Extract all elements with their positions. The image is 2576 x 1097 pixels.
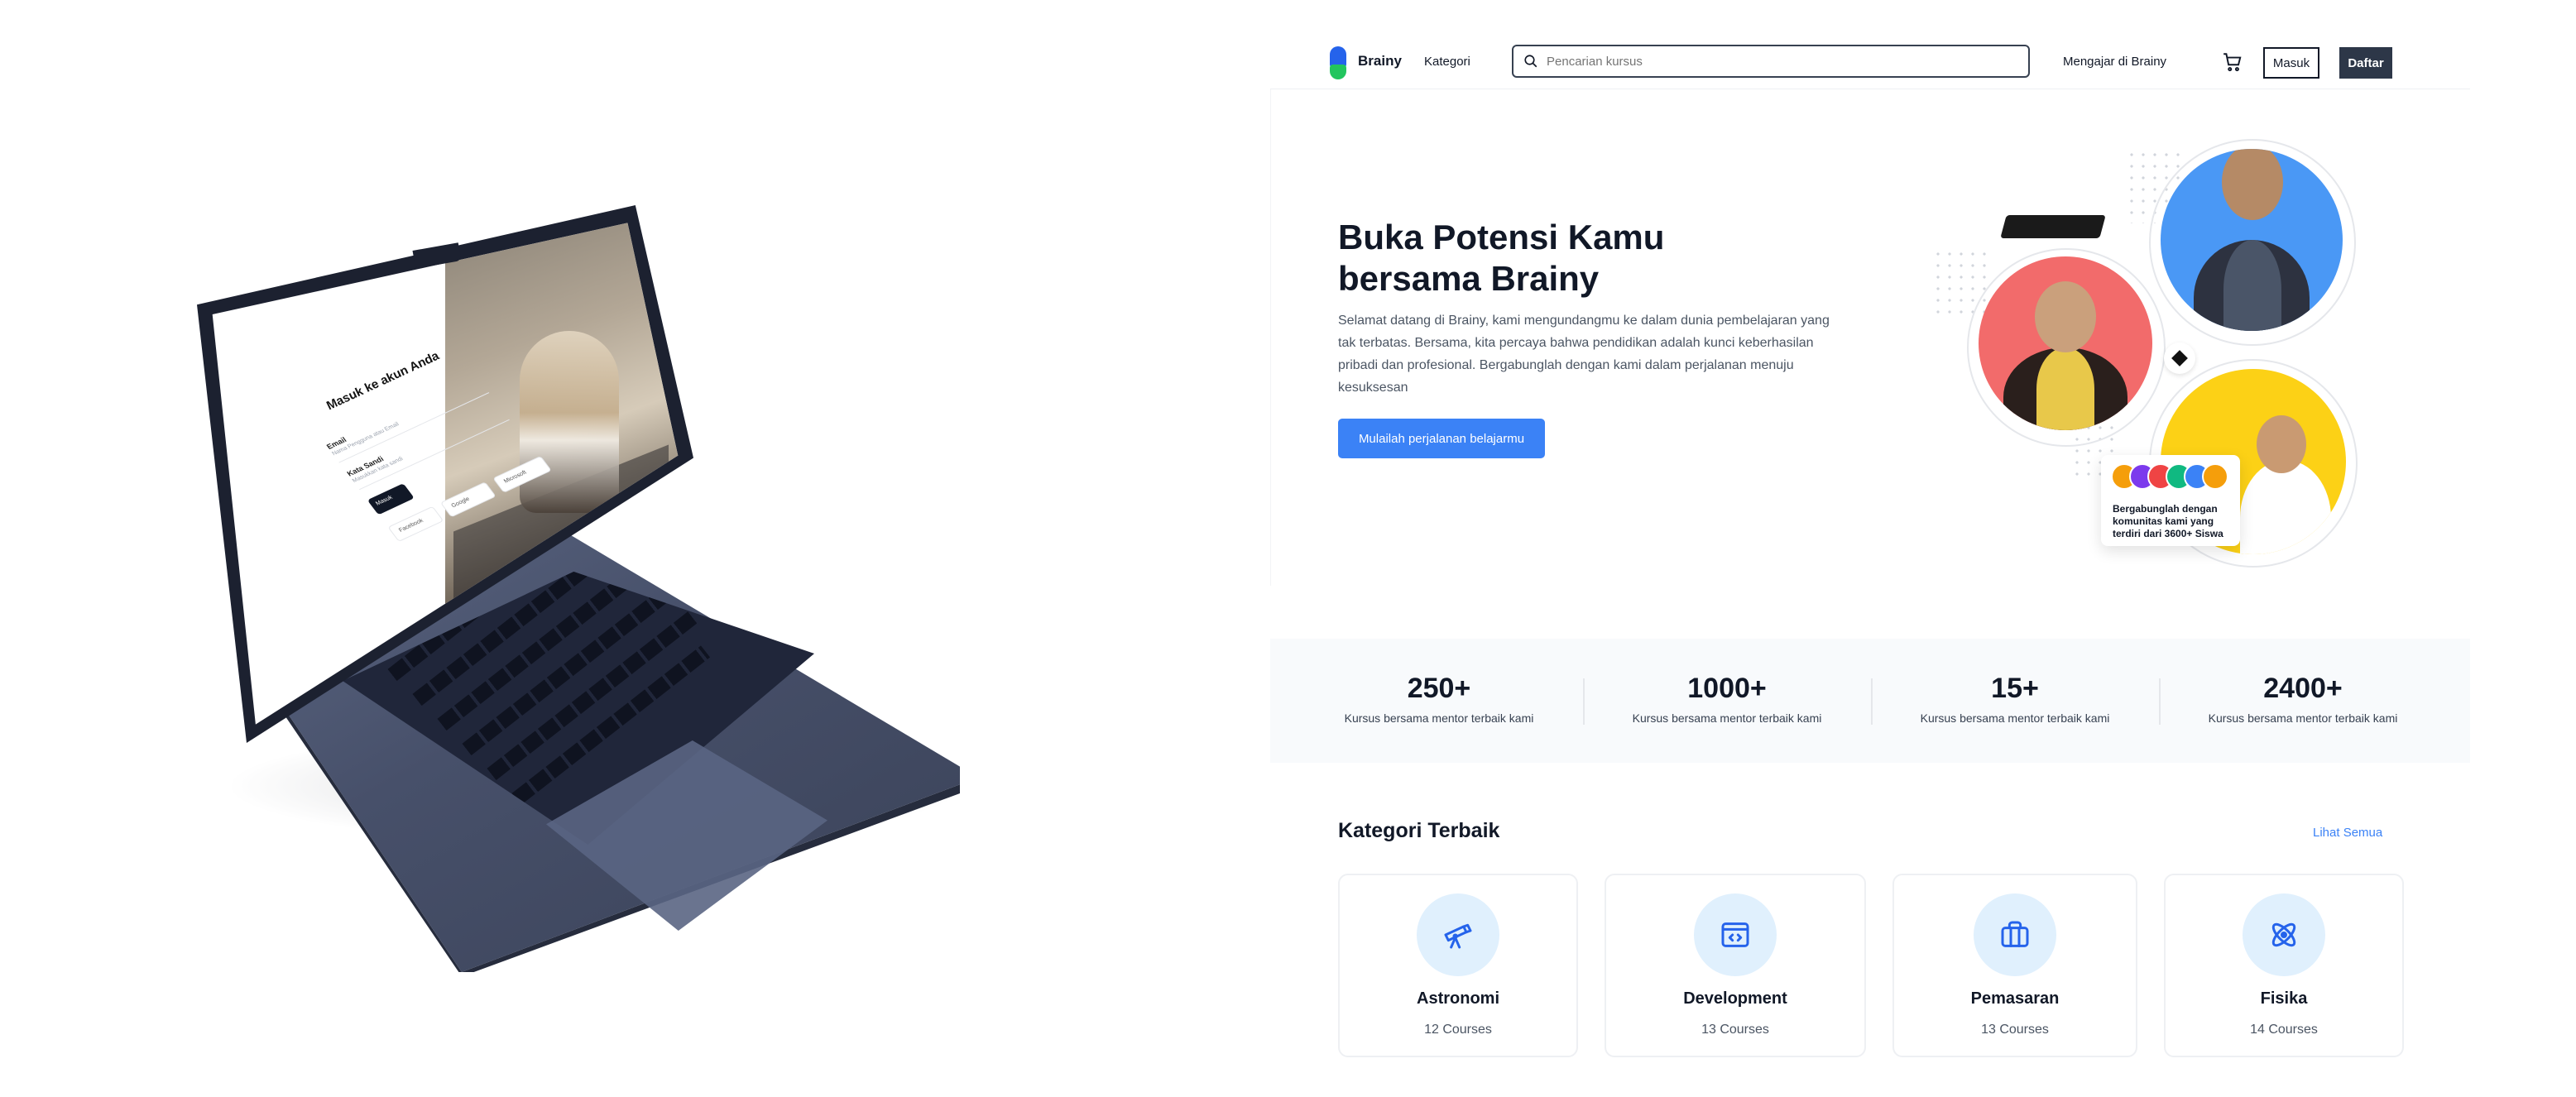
category-card-development[interactable]: Development 13 Courses bbox=[1605, 874, 1866, 1057]
google-button: Google bbox=[439, 481, 496, 518]
briefcase-icon bbox=[2001, 921, 2029, 947]
atom-icon bbox=[2271, 922, 2296, 947]
stat-label: Kursus bersama mentor terbaik kami bbox=[1920, 711, 2110, 725]
code-window-icon bbox=[1721, 922, 1749, 947]
stats-bar: 250+ Kursus bersama mentor terbaik kami … bbox=[1270, 639, 2470, 763]
stat-divider bbox=[2159, 678, 2161, 725]
nav-teach-link[interactable]: Mengajar di Brainy bbox=[2063, 55, 2166, 69]
navbar: Brainy Kategori Mengajar di Brainy Masuk… bbox=[1270, 36, 2470, 89]
laptop-mockup: Masuk ke akun Anda Email Nama Pengguna a… bbox=[0, 0, 1266, 1097]
category-count: 13 Courses bbox=[1981, 1023, 2049, 1037]
stat-value: 15+ bbox=[1991, 673, 2039, 704]
graduate-head bbox=[2035, 281, 2096, 352]
diamond-badge-icon bbox=[2164, 343, 2195, 374]
stat-label: Kursus bersama mentor terbaik kami bbox=[2208, 711, 2398, 725]
hero-divider bbox=[1270, 89, 1271, 586]
login-submit-button: Masuk bbox=[367, 483, 415, 515]
sash bbox=[2036, 347, 2094, 430]
stat-value: 250+ bbox=[1407, 673, 1471, 704]
category-name: Development bbox=[1683, 989, 1787, 1008]
nav-kategori-link[interactable]: Kategori bbox=[1424, 55, 1470, 69]
stat-label: Kursus bersama mentor terbaik kami bbox=[1344, 711, 1534, 725]
category-icon-circle bbox=[1974, 893, 2056, 976]
search-icon bbox=[1524, 55, 1537, 68]
diamond-shape bbox=[2171, 350, 2188, 366]
stat-item: 2400+ Kursus bersama mentor terbaik kami bbox=[2179, 672, 2427, 725]
start-learning-button[interactable]: Mulailah perjalanan belajarmu bbox=[1338, 419, 1545, 458]
register-button[interactable]: Daftar bbox=[2339, 47, 2392, 79]
category-card-pemasaran[interactable]: Pemasaran 13 Courses bbox=[1892, 874, 2137, 1057]
stat-item: 250+ Kursus bersama mentor terbaik kami bbox=[1315, 672, 1563, 725]
search-input[interactable] bbox=[1547, 46, 2018, 76]
category-icon-circle bbox=[1417, 893, 1499, 976]
student-head bbox=[2222, 149, 2283, 220]
category-card-astronomi[interactable]: Astronomi 12 Courses bbox=[1338, 874, 1578, 1057]
brainy-homepage: Brainy Kategori Mengajar di Brainy Masuk… bbox=[1270, 0, 2470, 1097]
stat-value: 2400+ bbox=[2263, 673, 2343, 704]
graduate-photo bbox=[1979, 256, 2152, 430]
category-name: Pemasaran bbox=[1970, 989, 2060, 1008]
avatar bbox=[2202, 463, 2228, 490]
category-name: Fisika bbox=[2260, 989, 2308, 1008]
brainy-logo-icon[interactable] bbox=[1330, 46, 1348, 79]
stat-divider bbox=[1583, 678, 1585, 725]
hero-description: Selamat datang di Brainy, kami mengundan… bbox=[1338, 314, 1830, 395]
shirt bbox=[2223, 240, 2281, 331]
stat-divider bbox=[1871, 678, 1873, 725]
community-card: Bergabunglah dengan komunitas kami yang … bbox=[2101, 455, 2240, 546]
laptop-screen: Masuk ke akun Anda Email Nama Pengguna a… bbox=[197, 205, 693, 743]
login-title: Masuk ke akun Anda bbox=[323, 349, 443, 413]
category-count: 12 Courses bbox=[1424, 1023, 1492, 1037]
white-shirt bbox=[2240, 460, 2331, 554]
category-card-fisika[interactable]: Fisika 14 Courses bbox=[2164, 874, 2404, 1057]
student-head bbox=[2257, 415, 2306, 473]
graduation-cap bbox=[2000, 215, 2106, 238]
community-text: Bergabunglah dengan komunitas kami yang … bbox=[2113, 503, 2223, 539]
category-name: Astronomi bbox=[1417, 989, 1499, 1008]
stat-value: 1000+ bbox=[1687, 673, 1767, 704]
telescope-icon bbox=[1444, 923, 1472, 949]
category-count: 14 Courses bbox=[2250, 1023, 2318, 1037]
microsoft-button: Microsoft bbox=[492, 455, 552, 493]
facebook-button: Facebook bbox=[387, 505, 444, 543]
brand-name[interactable]: Brainy bbox=[1358, 53, 1402, 69]
cart-icon[interactable] bbox=[2222, 51, 2243, 73]
student-photo-1 bbox=[2161, 149, 2343, 331]
categories-title: Kategori Terbaik bbox=[1338, 819, 1500, 842]
hero-title: Buka Potensi Kamu bersama Brainy bbox=[1338, 218, 1665, 298]
stat-item: 1000+ Kursus bersama mentor terbaik kami bbox=[1603, 672, 1851, 725]
hero-illustration: Bergabunglah dengan komunitas kami yang … bbox=[1932, 124, 2363, 587]
see-all-link[interactable]: Lihat Semua bbox=[2313, 826, 2382, 840]
category-icon-circle bbox=[1694, 893, 1777, 976]
password-field: Masukkan kata sandi bbox=[351, 409, 510, 491]
category-icon-circle bbox=[2243, 893, 2325, 976]
logo-bottom-shape bbox=[1330, 65, 1346, 79]
search-bar[interactable] bbox=[1512, 45, 2030, 78]
category-count: 13 Courses bbox=[1701, 1023, 1769, 1037]
stat-label: Kursus bersama mentor terbaik kami bbox=[1632, 711, 1822, 725]
login-button[interactable]: Masuk bbox=[2263, 47, 2319, 79]
stat-item: 15+ Kursus bersama mentor terbaik kami bbox=[1891, 672, 2139, 725]
